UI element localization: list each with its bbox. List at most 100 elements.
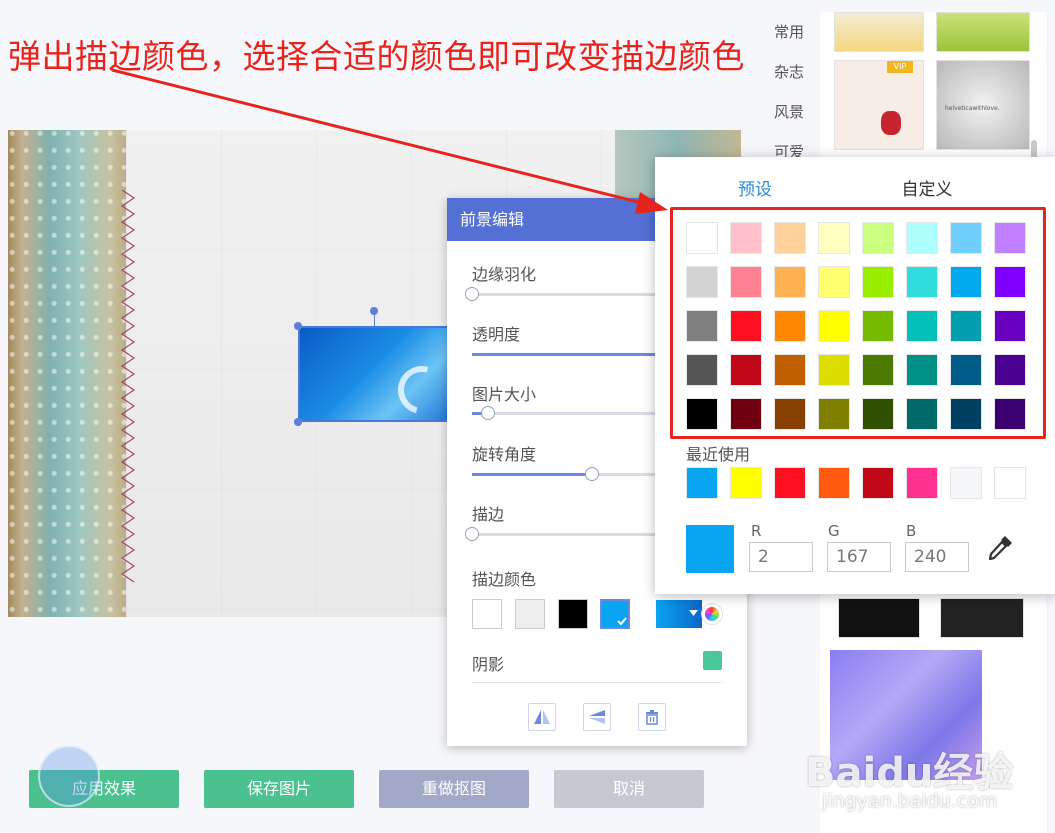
preset-swatch[interactable] [686, 222, 718, 254]
preset-swatch[interactable] [862, 310, 894, 342]
stroke-swatch-black[interactable] [558, 599, 588, 629]
category-scenery[interactable]: 风景 [758, 92, 816, 132]
preset-swatch[interactable] [862, 398, 894, 430]
preset-swatch[interactable] [774, 354, 806, 386]
preset-swatch[interactable] [862, 354, 894, 386]
size-slider[interactable] [472, 406, 672, 420]
stroke-color-dropdown[interactable] [656, 600, 702, 628]
stroke-swatch-light-grey[interactable] [515, 599, 545, 629]
flip-vertical-icon[interactable] [583, 703, 611, 731]
template-thumb[interactable] [834, 12, 924, 52]
g-input[interactable]: 167 [827, 542, 891, 572]
stroke-color-label: 描边颜色 [472, 570, 537, 589]
recent-swatch[interactable] [950, 467, 982, 499]
preset-swatch[interactable] [730, 266, 762, 298]
stroke-swatch-blue-selected[interactable] [600, 599, 630, 629]
rotation-label: 旋转角度 [472, 445, 537, 464]
preset-swatch[interactable] [950, 354, 982, 386]
recent-swatch[interactable] [906, 467, 938, 499]
recent-swatch[interactable] [730, 467, 762, 499]
preset-swatch[interactable] [774, 266, 806, 298]
recent-swatch[interactable] [686, 467, 718, 499]
shadow-label: 阴影 [472, 655, 505, 674]
rotation-slider[interactable] [472, 467, 672, 481]
save-image-button[interactable]: 保存图片 [204, 770, 354, 808]
preset-swatch[interactable] [950, 310, 982, 342]
preset-swatch[interactable] [730, 398, 762, 430]
flip-horizontal-icon[interactable] [528, 703, 556, 731]
preset-swatch[interactable] [994, 266, 1026, 298]
template-thumb[interactable] [936, 12, 1030, 52]
preset-swatch[interactable] [818, 354, 850, 386]
feather-slider-knob[interactable] [465, 287, 479, 301]
rotation-slider-fill [472, 473, 592, 476]
resize-handle-bottom-left[interactable] [294, 418, 302, 426]
stroke-slider-knob[interactable] [465, 527, 479, 541]
preset-swatch[interactable] [906, 354, 938, 386]
preset-swatch[interactable] [774, 310, 806, 342]
recent-swatch[interactable] [862, 467, 894, 499]
recent-swatch[interactable] [818, 467, 850, 499]
eyedropper-icon[interactable] [985, 533, 1015, 563]
preset-swatch[interactable] [906, 266, 938, 298]
preset-swatch[interactable] [774, 222, 806, 254]
rotate-handle[interactable] [370, 307, 378, 315]
b-label: B [906, 522, 917, 540]
opacity-slider[interactable] [472, 353, 672, 356]
template-thumb-vip[interactable]: VIP [834, 60, 924, 150]
template-thumb[interactable] [838, 598, 920, 638]
preset-swatch[interactable] [818, 266, 850, 298]
preset-swatch[interactable] [818, 222, 850, 254]
rotation-slider-knob[interactable] [585, 467, 599, 481]
preset-swatch[interactable] [686, 398, 718, 430]
preset-swatch[interactable] [686, 354, 718, 386]
opacity-slider-fill [472, 353, 672, 356]
b-input[interactable]: 240 [905, 542, 969, 572]
stroke-swatch-white[interactable] [472, 599, 502, 629]
preset-swatch[interactable] [994, 354, 1026, 386]
template-thumb[interactable]: helveticawithlove. [936, 60, 1030, 150]
preset-swatch[interactable] [730, 354, 762, 386]
preset-swatch[interactable] [994, 222, 1026, 254]
preset-swatch[interactable] [906, 222, 938, 254]
preset-swatch[interactable] [686, 266, 718, 298]
stroke-slider[interactable] [465, 527, 672, 541]
preset-swatch[interactable] [818, 310, 850, 342]
selected-foreground-object[interactable] [298, 326, 458, 423]
preset-swatch[interactable] [950, 266, 982, 298]
current-color-preview [686, 525, 734, 573]
preset-swatch[interactable] [950, 398, 982, 430]
preset-swatch[interactable] [950, 222, 982, 254]
preset-swatch[interactable] [774, 398, 806, 430]
template-thumb[interactable] [940, 598, 1024, 638]
watermark-url-text: jingyan.baidu.com [822, 790, 998, 812]
color-wheel-icon[interactable] [702, 604, 722, 624]
background-grunge-left [8, 130, 128, 617]
preset-swatch[interactable] [862, 266, 894, 298]
feather-label: 边缘羽化 [472, 265, 537, 284]
tab-preset[interactable]: 预设 [695, 175, 815, 200]
shadow-color-swatch[interactable] [703, 651, 722, 670]
preset-swatch[interactable] [730, 310, 762, 342]
resize-handle-top-left[interactable] [294, 322, 302, 330]
preset-swatch[interactable] [862, 222, 894, 254]
thumb-graphic [881, 111, 901, 135]
preset-swatch[interactable] [906, 398, 938, 430]
category-common[interactable]: 常用 [758, 12, 816, 52]
recent-swatch[interactable] [994, 467, 1026, 499]
preset-swatch[interactable] [818, 398, 850, 430]
category-magazine[interactable]: 杂志 [758, 52, 816, 92]
recent-swatch[interactable] [774, 467, 806, 499]
redo-matting-button[interactable]: 重做抠图 [379, 770, 529, 808]
tab-custom[interactable]: 自定义 [867, 175, 987, 200]
trash-icon[interactable] [638, 703, 666, 731]
cancel-button[interactable]: 取消 [554, 770, 704, 808]
preset-swatch[interactable] [906, 310, 938, 342]
size-slider-knob[interactable] [481, 406, 495, 420]
r-input[interactable]: 2 [749, 542, 813, 572]
feather-slider[interactable] [465, 287, 672, 301]
preset-swatch[interactable] [686, 310, 718, 342]
preset-swatch[interactable] [730, 222, 762, 254]
preset-swatch[interactable] [994, 310, 1026, 342]
preset-swatch[interactable] [994, 398, 1026, 430]
